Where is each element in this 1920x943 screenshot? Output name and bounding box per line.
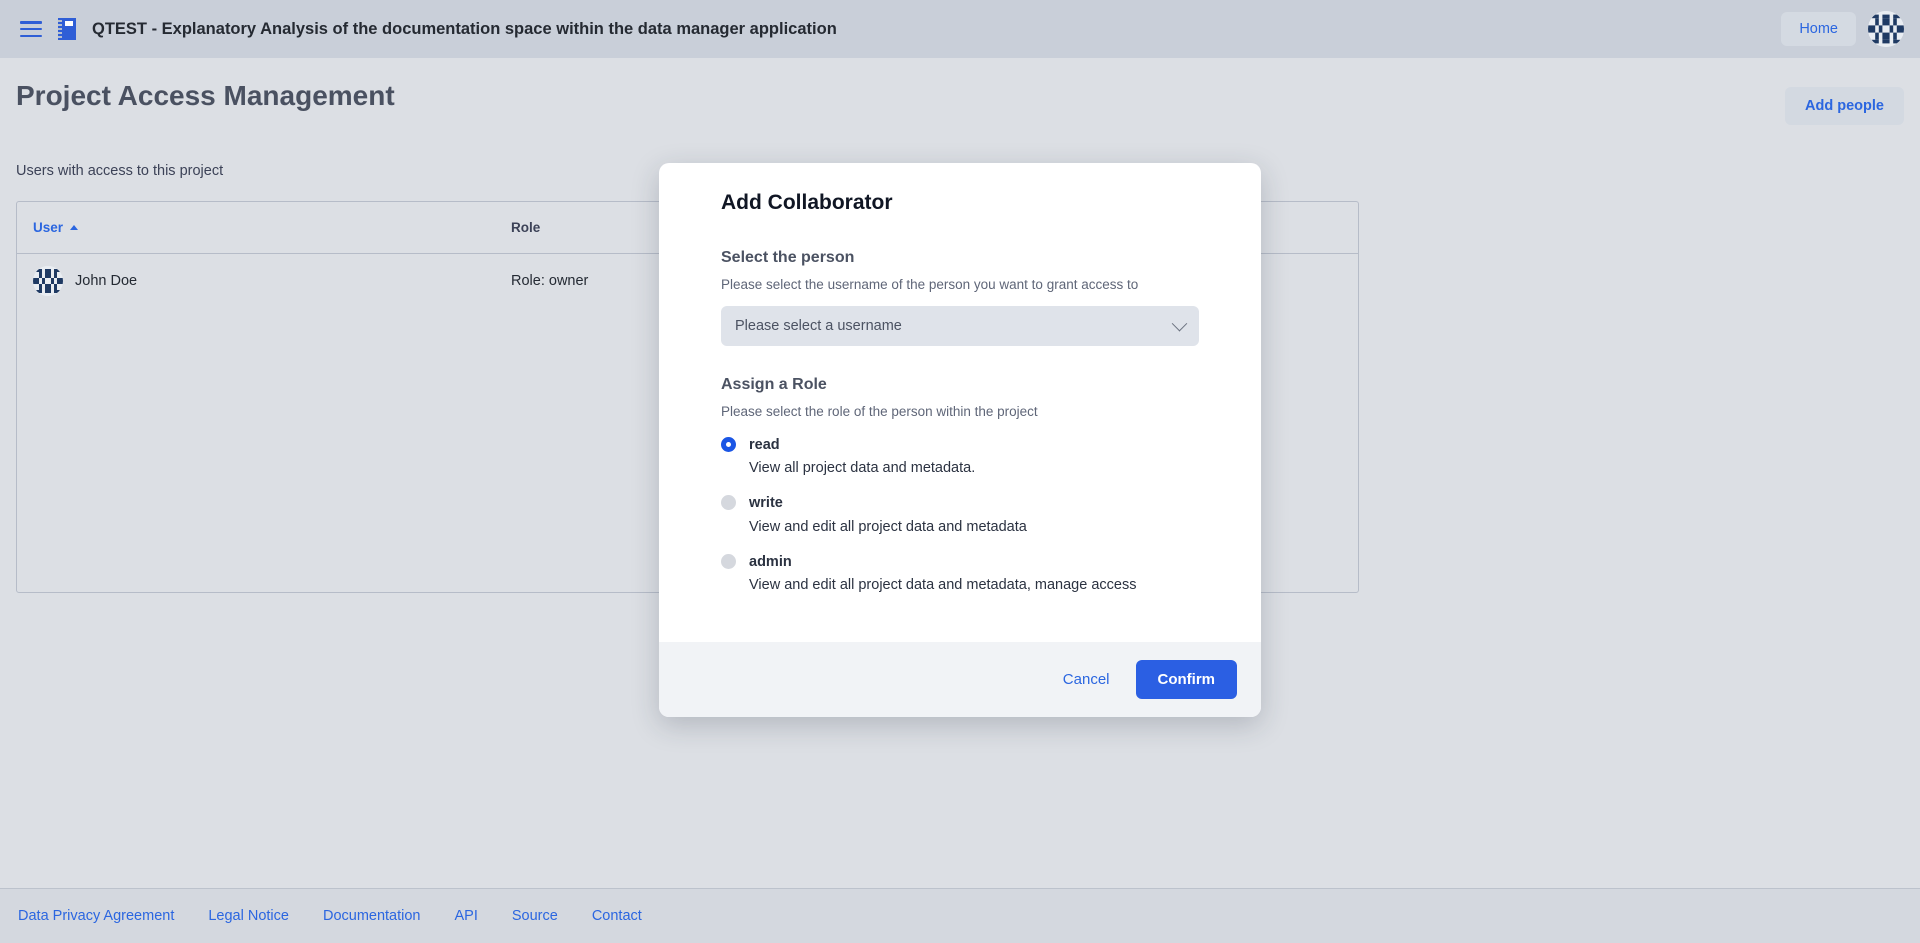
footer-link-legal-notice[interactable]: Legal Notice (208, 908, 289, 924)
select-person-help: Please select the username of the person… (721, 277, 1199, 292)
chevron-down-icon (1172, 315, 1188, 331)
identicon-graphic (33, 266, 63, 296)
role-option-read-label: read (749, 437, 780, 453)
assign-role-help: Please select the role of the person wit… (721, 404, 1199, 419)
role-option-read-description: View all project data and metadata. (749, 460, 975, 476)
user-name: John Doe (75, 273, 137, 289)
footer-link-documentation[interactable]: Documentation (323, 908, 421, 924)
assign-role-heading: Assign a Role (721, 376, 1199, 394)
role-option-read-text: read View all project data and metadata. (749, 433, 975, 479)
sort-ascending-icon (70, 225, 78, 230)
dialog-title: Add Collaborator (721, 191, 1199, 215)
username-select[interactable]: Please select a username (721, 306, 1199, 346)
footer-link-source[interactable]: Source (512, 908, 558, 924)
dialog-footer: Cancel Confirm (659, 642, 1261, 717)
user-identicon-avatar (33, 266, 63, 296)
role-option-read[interactable]: read View all project data and metadata. (721, 433, 1199, 479)
footer-link-contact[interactable]: Contact (592, 908, 642, 924)
hamburger-line (20, 21, 42, 24)
confirm-button[interactable]: Confirm (1136, 660, 1238, 699)
dialog-body: Add Collaborator Select the person Pleas… (659, 163, 1261, 642)
add-people-button[interactable]: Add people (1785, 87, 1904, 125)
table-cell-role: Role: owner (511, 273, 588, 289)
role-option-write-text: write View and edit all project data and… (749, 491, 1027, 537)
select-person-heading: Select the person (721, 249, 1199, 267)
top-navigation-bar: QTEST - Explanatory Analysis of the docu… (0, 0, 1920, 58)
hamburger-line (20, 28, 42, 31)
footer-link-data-privacy-agreement[interactable]: Data Privacy Agreement (18, 908, 174, 924)
column-header-user[interactable]: User (33, 220, 511, 235)
role-option-write-description: View and edit all project data and metad… (749, 519, 1027, 535)
role-option-admin-label: admin (749, 554, 792, 570)
notebook-icon[interactable] (58, 18, 76, 40)
role-option-admin-description: View and edit all project data and metad… (749, 577, 1136, 593)
add-collaborator-dialog: Add Collaborator Select the person Pleas… (659, 163, 1261, 717)
cancel-button[interactable]: Cancel (1049, 662, 1124, 697)
role-option-write[interactable]: write View and edit all project data and… (721, 491, 1199, 537)
table-cell-user: John Doe (33, 266, 511, 296)
hamburger-menu-icon[interactable] (20, 21, 42, 37)
identicon-graphic (1868, 11, 1904, 47)
home-button[interactable]: Home (1781, 12, 1856, 46)
assign-role-section: Assign a Role Please select the role of … (721, 376, 1199, 596)
page-title: Project Access Management (16, 80, 395, 112)
radio-admin[interactable] (721, 554, 736, 569)
notebook-label (65, 21, 73, 26)
topbar-right-group: Home (1781, 11, 1904, 47)
site-footer: Data Privacy Agreement Legal Notice Docu… (0, 888, 1920, 943)
page-header: Project Access Management Add people (16, 58, 1904, 125)
topbar-left-group: QTEST - Explanatory Analysis of the docu… (20, 18, 1781, 40)
column-header-user-label: User (33, 220, 63, 235)
app-title: QTEST - Explanatory Analysis of the docu… (92, 20, 837, 39)
radio-write[interactable] (721, 495, 736, 510)
role-option-admin-text: admin View and edit all project data and… (749, 550, 1136, 596)
column-header-role: Role (511, 220, 540, 235)
hamburger-line (20, 35, 42, 38)
footer-link-api[interactable]: API (455, 908, 478, 924)
role-option-admin[interactable]: admin View and edit all project data and… (721, 550, 1199, 596)
username-select-value: Please select a username (735, 318, 902, 334)
user-identicon-avatar[interactable] (1868, 11, 1904, 47)
role-option-write-label: write (749, 495, 783, 511)
radio-read[interactable] (721, 437, 736, 452)
